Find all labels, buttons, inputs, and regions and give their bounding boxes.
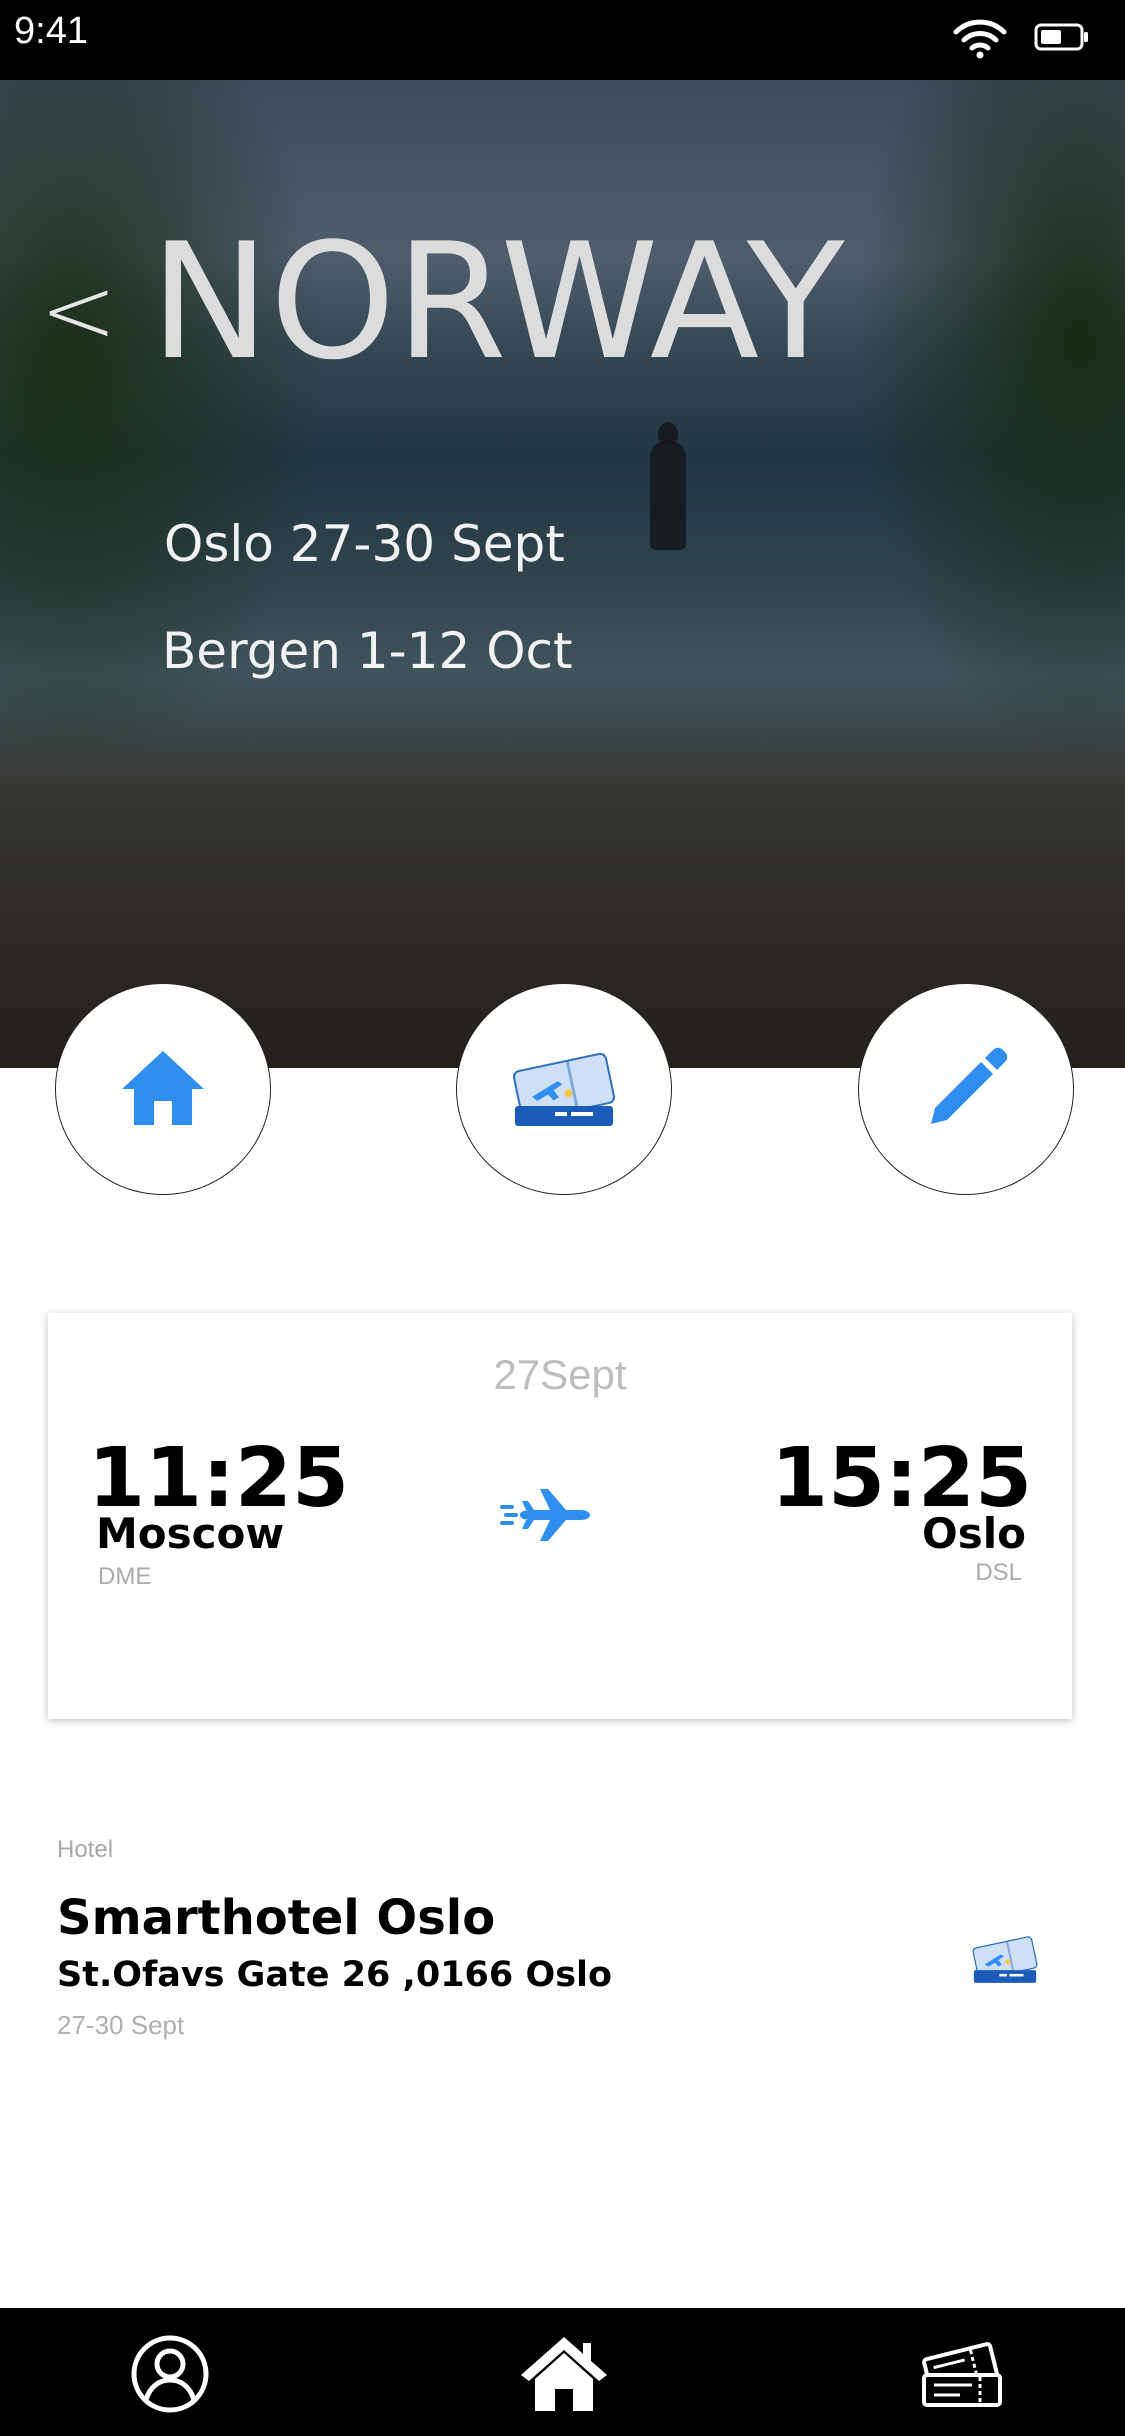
tab-profile[interactable] <box>122 2328 218 2424</box>
hotel-dates: 27-30 Sept <box>57 2010 185 2040</box>
tickets-action-button[interactable] <box>456 983 672 1195</box>
trip-leg-oslo: Oslo 27-30 Sept <box>164 515 565 573</box>
tab-bar <box>0 2308 1125 2436</box>
departure-code: DME <box>98 1563 152 1590</box>
arrival-code: DSL <box>975 1559 1022 1586</box>
hotel-address: St.Ofavs Gate 26 ,0166 Oslo <box>57 1955 613 1995</box>
edit-action-button[interactable] <box>858 983 1074 1195</box>
pencil-icon <box>921 1042 1011 1136</box>
arrival-city: Oslo <box>922 1509 1026 1558</box>
arrival-time: 15:25 <box>770 1431 1032 1526</box>
flight-card[interactable]: 27Sept 11:25 Moscow DME 15:25 Oslo DSL <box>48 1313 1072 1719</box>
departure-time: 11:25 <box>88 1431 350 1526</box>
tab-tickets[interactable] <box>914 2328 1010 2424</box>
home-icon <box>519 2335 609 2417</box>
ticket-icon <box>509 1044 619 1134</box>
wifi-icon <box>952 16 1008 64</box>
home-action-button[interactable] <box>55 983 271 1195</box>
status-time: 9:41 <box>14 10 88 52</box>
ticket-icon[interactable] <box>970 1930 1040 1990</box>
flight-date: 27Sept <box>493 1351 627 1398</box>
hotel-section-label: Hotel <box>57 1836 114 1863</box>
page-title: NORWAY <box>150 208 845 395</box>
tab-home[interactable] <box>516 2328 612 2424</box>
hotel-name[interactable]: Smarthotel Oslo <box>57 1890 495 1946</box>
battery-icon <box>1034 22 1090 56</box>
status-bar: 9:41 <box>0 0 1125 80</box>
user-icon <box>130 2334 210 2418</box>
departure-city: Moscow <box>96 1509 285 1558</box>
trip-leg-bergen: Bergen 1-12 Oct <box>162 622 573 680</box>
airplane-icon <box>500 1485 592 1549</box>
back-button[interactable]: < <box>40 265 117 357</box>
home-icon <box>118 1047 208 1131</box>
ticket-icon <box>920 2339 1004 2413</box>
